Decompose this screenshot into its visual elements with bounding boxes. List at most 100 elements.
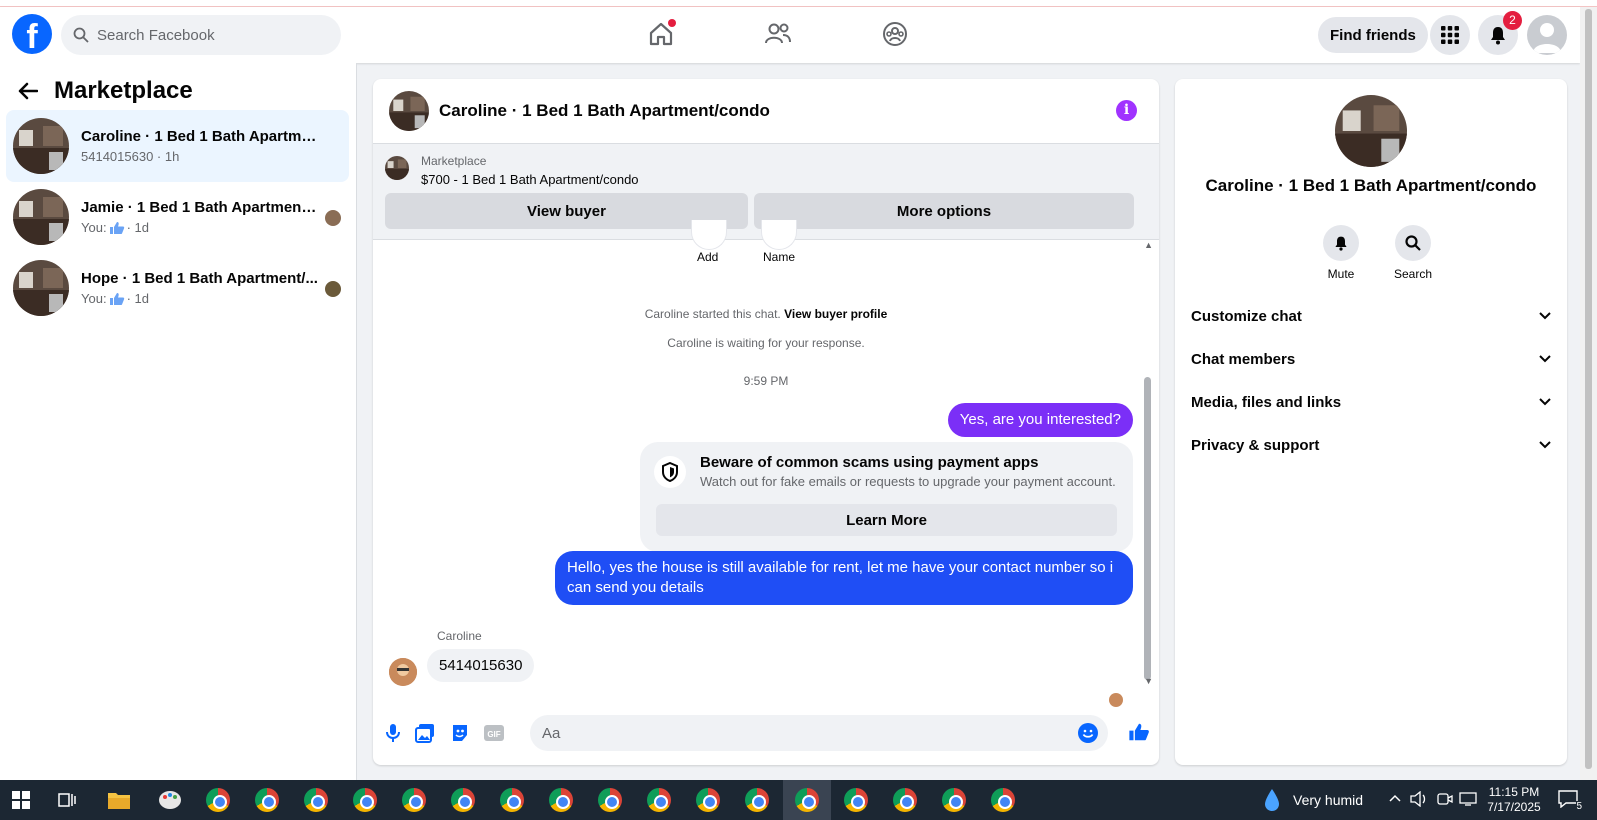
back-arrow-icon[interactable] xyxy=(18,82,38,100)
menu-button[interactable] xyxy=(1430,15,1470,55)
listing-thumbnail xyxy=(13,260,69,316)
info-icon[interactable]: i xyxy=(1116,100,1137,121)
customize-chat-section[interactable]: Customize chat xyxy=(1191,296,1551,336)
chrome-profile-icon[interactable] xyxy=(549,788,573,812)
chat-scrollbar-thumb[interactable] xyxy=(1144,377,1151,680)
sticker-icon[interactable] xyxy=(450,723,470,743)
facebook-logo[interactable]: f xyxy=(12,14,52,54)
listing-price-title[interactable]: $700 - 1 Bed 1 Bath Apartment/condo xyxy=(421,172,639,187)
chat-bubble-icon xyxy=(1558,790,1578,809)
conversation-title: Jamie · 1 Bed 1 Bath Apartment/... xyxy=(81,199,321,216)
marketplace-inbox-sidebar: Marketplace Caroline · 1 Bed 1 Bath Apar… xyxy=(0,63,357,780)
chat-window: Caroline · 1 Bed 1 Bath Apartment/condo … xyxy=(373,79,1159,765)
scroll-up-arrow[interactable]: ▲ xyxy=(1144,240,1153,250)
svg-text:GIF: GIF xyxy=(487,730,500,739)
outgoing-message[interactable]: Yes, are you interested? xyxy=(947,403,1133,437)
sender-avatar[interactable] xyxy=(389,658,417,686)
chat-members-section[interactable]: Chat members xyxy=(1191,339,1551,379)
volume-icon[interactable] xyxy=(1410,791,1428,807)
section-label: Media, files and links xyxy=(1191,393,1342,411)
thumbs-up-icon xyxy=(109,292,124,305)
paint-app-icon[interactable] xyxy=(157,788,183,812)
weather-droplet-icon[interactable] xyxy=(1264,788,1280,812)
conversation-subtitle: 5414015630 · 1h xyxy=(81,149,180,164)
network-icon[interactable] xyxy=(1459,791,1477,807)
message-list[interactable]: Add Name Caroline started this chat. Vie… xyxy=(373,220,1159,765)
friends-nav-button[interactable] xyxy=(763,19,793,49)
sidebar-title: Marketplace xyxy=(54,77,193,104)
sender-name: Caroline xyxy=(437,629,482,643)
page-scrollbar[interactable] xyxy=(1580,7,1597,780)
profile-silhouette-icon xyxy=(1533,23,1561,53)
add-circle-button[interactable] xyxy=(691,220,727,250)
learn-more-button[interactable]: Learn More xyxy=(656,504,1117,536)
chrome-profile-icon[interactable] xyxy=(647,788,671,812)
chrome-profile-icon[interactable] xyxy=(598,788,622,812)
view-buyer-profile-link[interactable]: View buyer profile xyxy=(784,307,887,321)
privacy-support-section[interactable]: Privacy & support xyxy=(1191,425,1551,465)
listing-avatar-large[interactable] xyxy=(1335,95,1407,167)
chat-title[interactable]: Caroline · 1 Bed 1 Bath Apartment/condo xyxy=(439,101,770,121)
account-avatar-button[interactable] xyxy=(1527,15,1567,55)
notification-center-button[interactable]: 5 xyxy=(1558,790,1582,812)
chat-header-thumbnail[interactable] xyxy=(389,91,429,131)
chrome-profile-icon[interactable] xyxy=(745,788,769,812)
clock-time: 11:15 PM xyxy=(1488,785,1540,799)
search-input[interactable]: Search Facebook xyxy=(61,15,341,55)
bell-icon[interactable] xyxy=(1323,225,1359,261)
media-files-links-section[interactable]: Media, files and links xyxy=(1191,382,1551,422)
chevron-down-icon xyxy=(1539,441,1551,449)
chat-details-panel: Caroline · 1 Bed 1 Bath Apartment/condo … xyxy=(1175,79,1567,765)
notifications-button[interactable]: 2 xyxy=(1478,11,1522,55)
chrome-profile-icon[interactable] xyxy=(255,788,279,812)
buyer-mini-avatar xyxy=(325,210,341,226)
name-circle-button[interactable] xyxy=(761,220,797,250)
chrome-profile-icon[interactable] xyxy=(353,788,377,812)
home-nav-button[interactable] xyxy=(646,19,676,49)
shield-icon xyxy=(654,456,686,488)
chevron-up-icon[interactable] xyxy=(1389,794,1401,802)
conversation-subtitle: You: · 1d xyxy=(81,291,321,306)
outgoing-message[interactable]: Hello, yes the house is still available … xyxy=(555,551,1133,605)
message-composer: GIF Aa xyxy=(373,699,1159,765)
taskbar-clock[interactable]: 11:15 PM 7/17/2025 xyxy=(1484,785,1544,815)
chrome-icon[interactable] xyxy=(206,788,230,812)
conversation-item-jamie[interactable]: Jamie · 1 Bed 1 Bath Apartment/... You: … xyxy=(6,181,349,253)
emoji-icon[interactable] xyxy=(1078,723,1098,743)
send-like-button[interactable] xyxy=(1127,720,1151,744)
find-friends-button[interactable]: Find friends xyxy=(1318,17,1428,53)
chrome-profile-icon[interactable] xyxy=(304,788,328,812)
chrome-profile-icon[interactable] xyxy=(696,788,720,812)
weather-text[interactable]: Very humid xyxy=(1293,792,1363,808)
bell-icon xyxy=(1491,27,1505,45)
more-options-button[interactable]: More options xyxy=(754,193,1134,229)
chrome-profile-icon[interactable] xyxy=(795,788,819,812)
windows-start-icon[interactable] xyxy=(12,791,30,809)
chrome-profile-icon[interactable] xyxy=(844,788,868,812)
incoming-message[interactable]: 5414015630 xyxy=(427,649,535,682)
search-action[interactable]: Search xyxy=(1383,225,1443,281)
microphone-icon[interactable] xyxy=(383,723,403,743)
conversation-item-caroline[interactable]: Caroline · 1 Bed 1 Bath Apartment/... 54… xyxy=(6,110,349,182)
page-scrollbar-thumb[interactable] xyxy=(1585,9,1592,769)
chrome-profile-icon[interactable] xyxy=(402,788,426,812)
conversation-title: Hope · 1 Bed 1 Bath Apartment/... xyxy=(81,270,318,287)
meet-now-icon[interactable] xyxy=(1437,791,1453,807)
gif-icon[interactable]: GIF xyxy=(484,723,504,743)
message-input[interactable]: Aa xyxy=(530,715,1108,751)
chrome-profile-icon[interactable] xyxy=(991,788,1015,812)
chat-started-text: Caroline started this chat. xyxy=(644,307,781,321)
mute-action[interactable]: Mute xyxy=(1311,225,1371,281)
file-explorer-icon[interactable] xyxy=(107,789,131,811)
listing-mini-thumbnail xyxy=(385,156,409,180)
conversation-item-hope[interactable]: Hope · 1 Bed 1 Bath Apartment/... You: ·… xyxy=(6,252,349,324)
groups-nav-button[interactable] xyxy=(880,19,910,49)
task-view-icon[interactable] xyxy=(58,791,76,809)
chrome-profile-icon[interactable] xyxy=(451,788,475,812)
scroll-down-arrow[interactable]: ▼ xyxy=(1144,676,1153,686)
chrome-profile-icon[interactable] xyxy=(500,788,524,812)
chrome-profile-icon[interactable] xyxy=(893,788,917,812)
photo-icon[interactable] xyxy=(415,723,435,743)
chrome-profile-icon[interactable] xyxy=(942,788,966,812)
search-icon[interactable] xyxy=(1395,225,1431,261)
